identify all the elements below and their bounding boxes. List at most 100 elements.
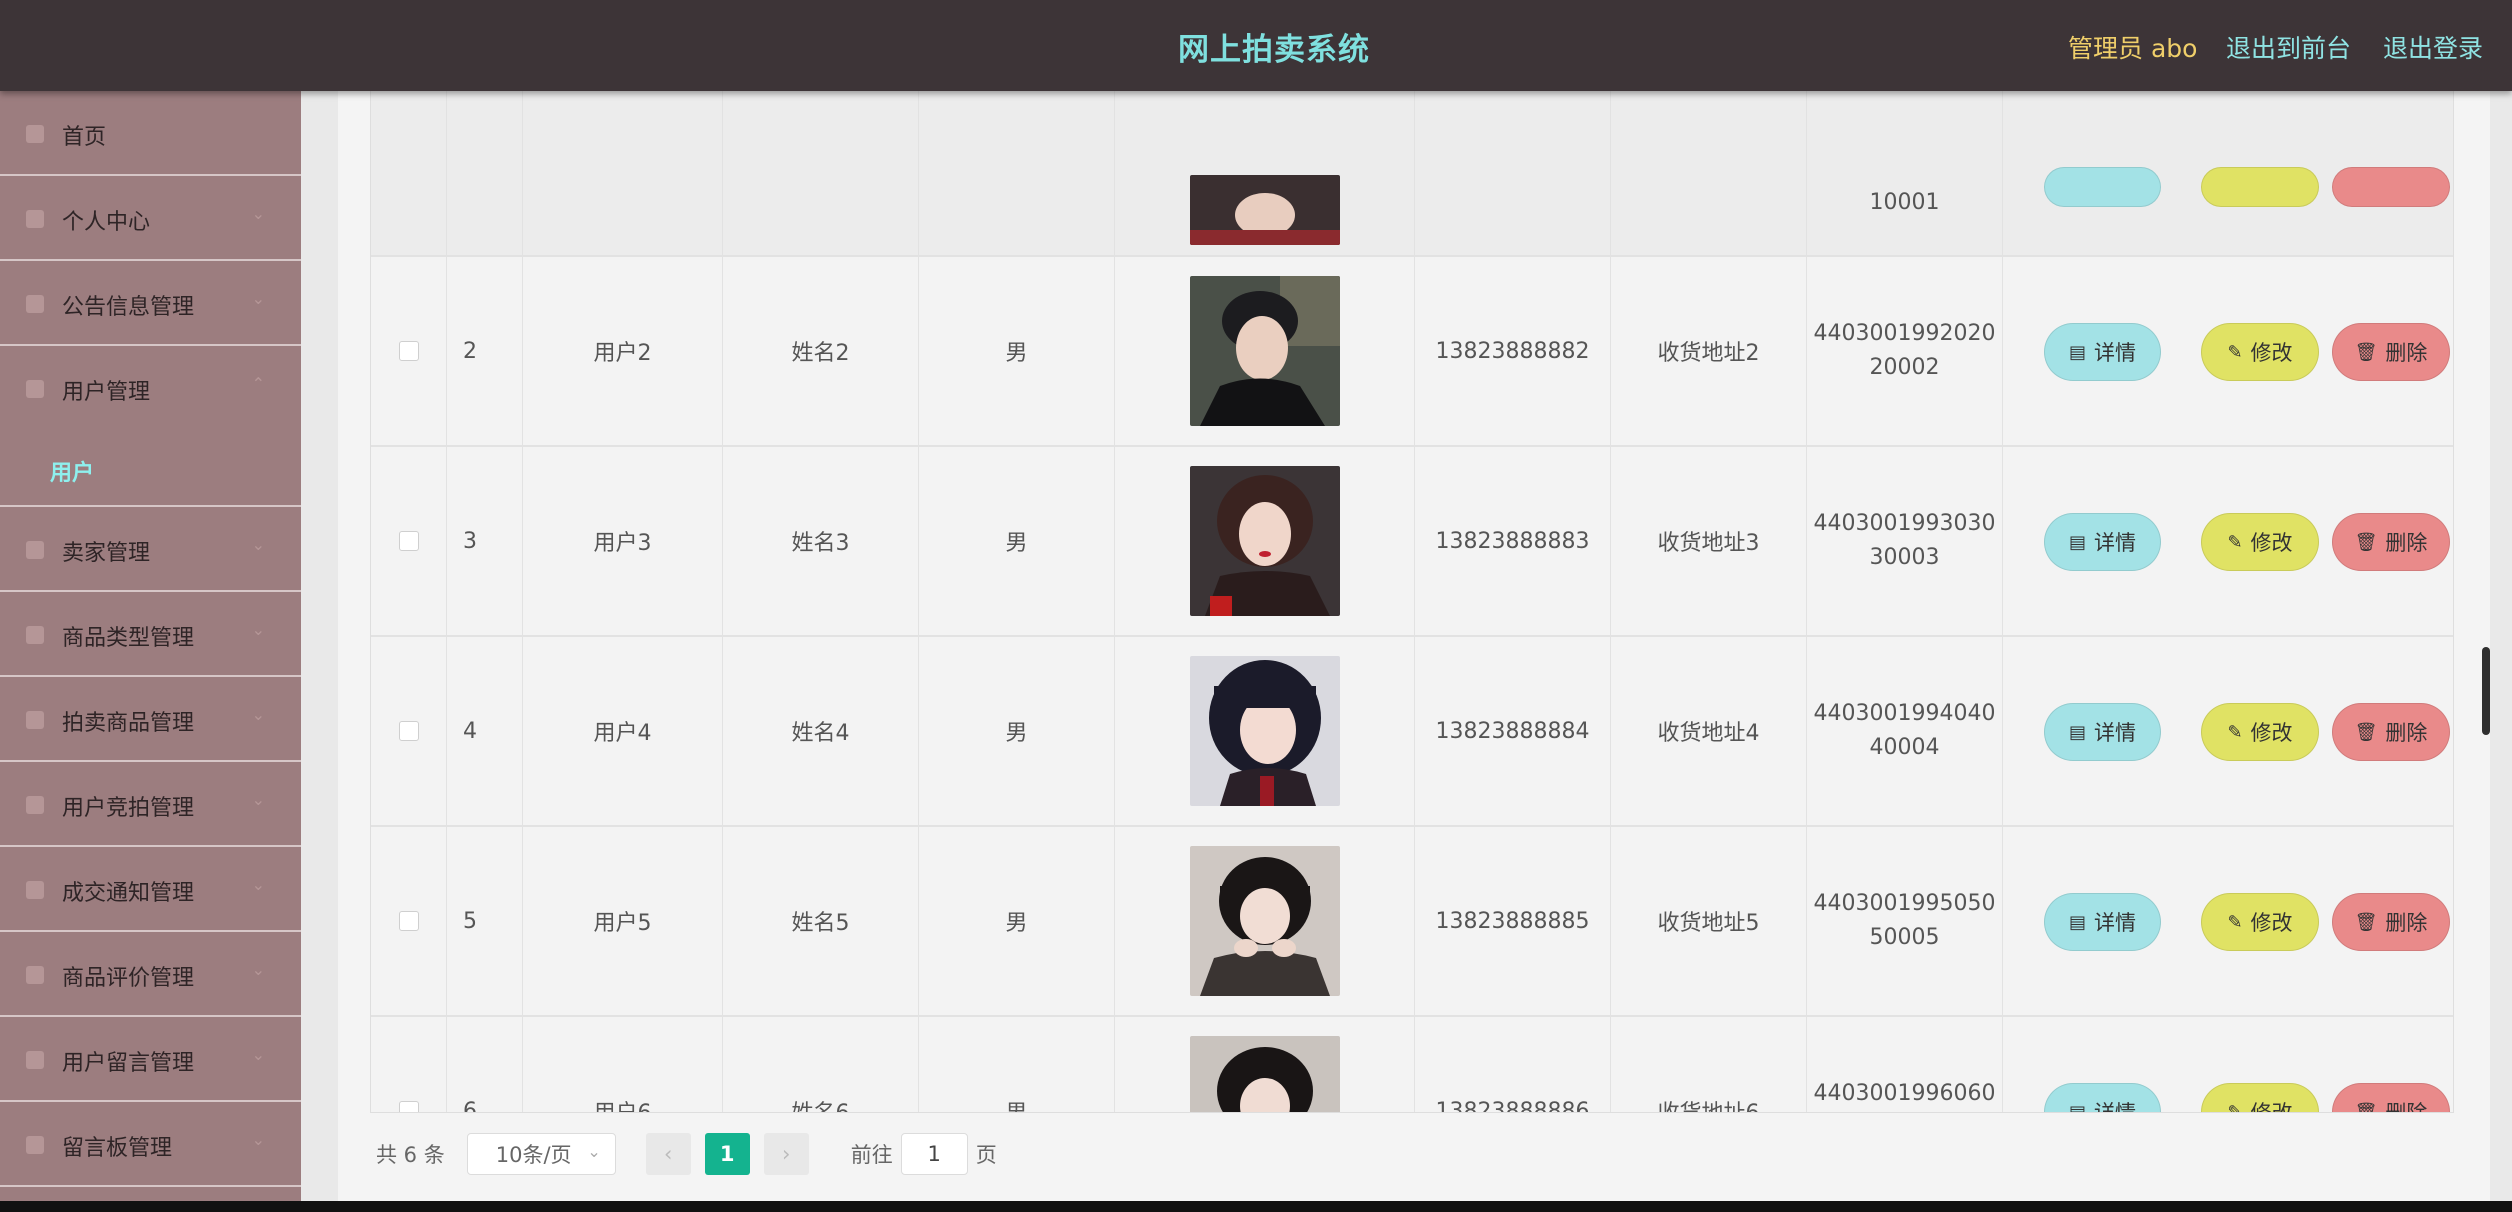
phone-cell: 13823888882 (1415, 257, 1611, 445)
detail-button[interactable] (2044, 167, 2161, 207)
edit-button[interactable]: ✎ 修改 (2201, 703, 2319, 761)
pencil-icon: ✎ (2227, 341, 2243, 363)
sidebar-item-auction-goods[interactable]: 拍卖商品管理 ⌄ (0, 677, 301, 762)
sidebar-item-user-mgmt[interactable]: 用户管理 ⌃ (0, 346, 301, 431)
sidebar-item-deal-notice[interactable]: 成交通知管理 ⌄ (0, 847, 301, 932)
admin-label: 管理员 abo (2068, 34, 2198, 63)
sidebar-item-bidding[interactable]: 用户竞拍管理 ⌄ (0, 762, 301, 847)
id-number: 4403001994040 40004 (1813, 701, 1996, 760)
name-cell: 姓名5 (723, 827, 919, 1015)
delete-button[interactable]: 🗑 删除 (2332, 703, 2450, 761)
table-row: 2 用户2 姓名2 男 13823888882 收货地址2 4403001992… (371, 257, 2453, 447)
edit-button[interactable]: ✎ 修改 (2201, 513, 2319, 571)
delete-button[interactable]: 🗑 删除 (2332, 513, 2450, 571)
scrollbar[interactable] (2482, 647, 2490, 735)
next-page-button[interactable]: › (763, 1133, 809, 1175)
grid-icon (26, 295, 44, 313)
sidebar-item-label: 成交通知管理 (62, 881, 195, 906)
trash-icon: 🗑 (2354, 1101, 2378, 1113)
table-row: 3 用户3 姓名3 男 13823888883 收货地址3 4403001993… (371, 447, 2453, 637)
row-checkbox[interactable] (398, 721, 419, 741)
edit-button[interactable]: ✎ 修改 (2201, 323, 2319, 381)
home-icon (26, 125, 44, 143)
sidebar-item-label: 商品类型管理 (62, 626, 195, 651)
pagination: 共 6 条 10条/页 ⌄ ‹ 1 › 前往 页 (376, 1131, 997, 1177)
sidebar-item-label: 个人中心 (62, 210, 151, 235)
gender-cell: 男 (919, 637, 1115, 825)
sidebar-item-label: 卖家管理 (62, 541, 151, 566)
row-checkbox[interactable] (398, 1101, 419, 1112)
detail-button[interactable]: ▤ 详情 (2044, 1083, 2161, 1112)
sidebar-item-seller[interactable]: 卖家管理 ⌄ (0, 507, 301, 592)
edit-button[interactable] (2201, 167, 2319, 207)
trash-icon: 🗑 (2354, 721, 2378, 743)
send-icon (26, 1051, 44, 1069)
row-index: 2 (447, 257, 523, 445)
row-checkbox[interactable] (398, 341, 419, 361)
name-cell: 姓名3 (723, 447, 919, 635)
row-checkbox[interactable] (398, 911, 419, 931)
sidebar-item-reviews[interactable]: 商品评价管理 ⌄ (0, 932, 301, 1017)
sidebar-item-profile[interactable]: 个人中心 ⌄ (0, 176, 301, 261)
delete-button[interactable]: 🗑 删除 (2332, 1083, 2450, 1113)
gender-cell: 男 (919, 827, 1115, 1015)
edit-button[interactable]: ✎ 修改 (2201, 893, 2319, 951)
account-cell: 用户3 (523, 447, 723, 635)
sidebar-subitem-user[interactable]: 用户 (0, 431, 301, 507)
page-unit-label: 页 (975, 1143, 997, 1167)
monitor-icon (26, 626, 44, 644)
exit-to-front-link[interactable]: 退出到前台 (2226, 29, 2351, 65)
avatar (1189, 656, 1340, 806)
edit-button[interactable]: ✎ 修改 (2201, 1083, 2319, 1112)
row-index: 6 (447, 1017, 523, 1112)
row-index: 4 (447, 637, 523, 825)
detail-button[interactable]: ▤ 详情 (2044, 323, 2161, 381)
delete-button[interactable]: 🗑 删除 (2332, 893, 2450, 951)
phone-cell: 13823888886 (1415, 1017, 1611, 1112)
goto-page-input[interactable] (900, 1133, 968, 1175)
chevron-down-icon: ⌄ (251, 790, 265, 809)
gender-cell: 男 (919, 447, 1115, 635)
chevron-up-icon: ⌃ (251, 374, 265, 393)
goto-label: 前往 (850, 1143, 893, 1167)
detail-button[interactable]: ▤ 详情 (2044, 513, 2161, 571)
sidebar-item-category[interactable]: 商品类型管理 ⌄ (0, 592, 301, 677)
chevron-down-icon: ⌄ (251, 289, 265, 308)
detail-button[interactable]: ▤ 详情 (2044, 893, 2161, 951)
address-cell: 收货地址5 (1611, 827, 1807, 1015)
chevron-down-icon: ⌄ (251, 1045, 265, 1064)
app-title: 网上拍卖系统 (1178, 32, 1370, 68)
avatar (1189, 1036, 1340, 1112)
page-button-1[interactable]: 1 (704, 1133, 750, 1175)
prev-page-button[interactable]: ‹ (645, 1133, 691, 1175)
document-icon: ▤ (2068, 911, 2086, 933)
id-number: 4403001993030 30003 (1813, 511, 1996, 570)
page-size-select[interactable]: 10条/页 ⌄ (466, 1133, 616, 1175)
clipboard-icon (26, 966, 44, 984)
clock-icon (26, 380, 44, 398)
sidebar-item-message-board[interactable]: 留言板管理 ⌄ (0, 1102, 301, 1187)
document-icon: ▤ (2068, 531, 2086, 553)
document-icon: ▤ (2068, 341, 2086, 363)
sidebar-item-home[interactable]: 首页 (0, 91, 301, 176)
chevron-down-icon: ⌄ (251, 960, 265, 979)
logout-link[interactable]: 退出登录 (2383, 29, 2483, 65)
address-cell: 收货地址2 (1611, 257, 1807, 445)
account-cell: 用户4 (523, 637, 723, 825)
user-table: 10001 2 用户2 姓名2 男 13823888882 收货地址2 4403… (370, 91, 2454, 1113)
gender-cell: 男 (919, 1017, 1115, 1112)
delete-button[interactable] (2332, 167, 2450, 207)
detail-button[interactable]: ▤ 详情 (2044, 703, 2161, 761)
trash-icon: 🗑 (2354, 341, 2378, 363)
sidebar-item-label: 用户竞拍管理 (62, 796, 195, 821)
sidebar-item-notice[interactable]: 公告信息管理 ⌄ (0, 261, 301, 346)
delete-button[interactable]: 🗑 删除 (2332, 323, 2450, 381)
name-cell: 姓名6 (723, 1017, 919, 1112)
document-icon: ▤ (2068, 721, 2086, 743)
user-icon (26, 210, 44, 228)
card-icon (26, 541, 44, 559)
account-cell: 用户6 (523, 1017, 723, 1112)
total-count: 共 6 条 (376, 1143, 445, 1167)
sidebar-item-user-messages[interactable]: 用户留言管理 ⌄ (0, 1017, 301, 1102)
row-checkbox[interactable] (398, 531, 419, 551)
